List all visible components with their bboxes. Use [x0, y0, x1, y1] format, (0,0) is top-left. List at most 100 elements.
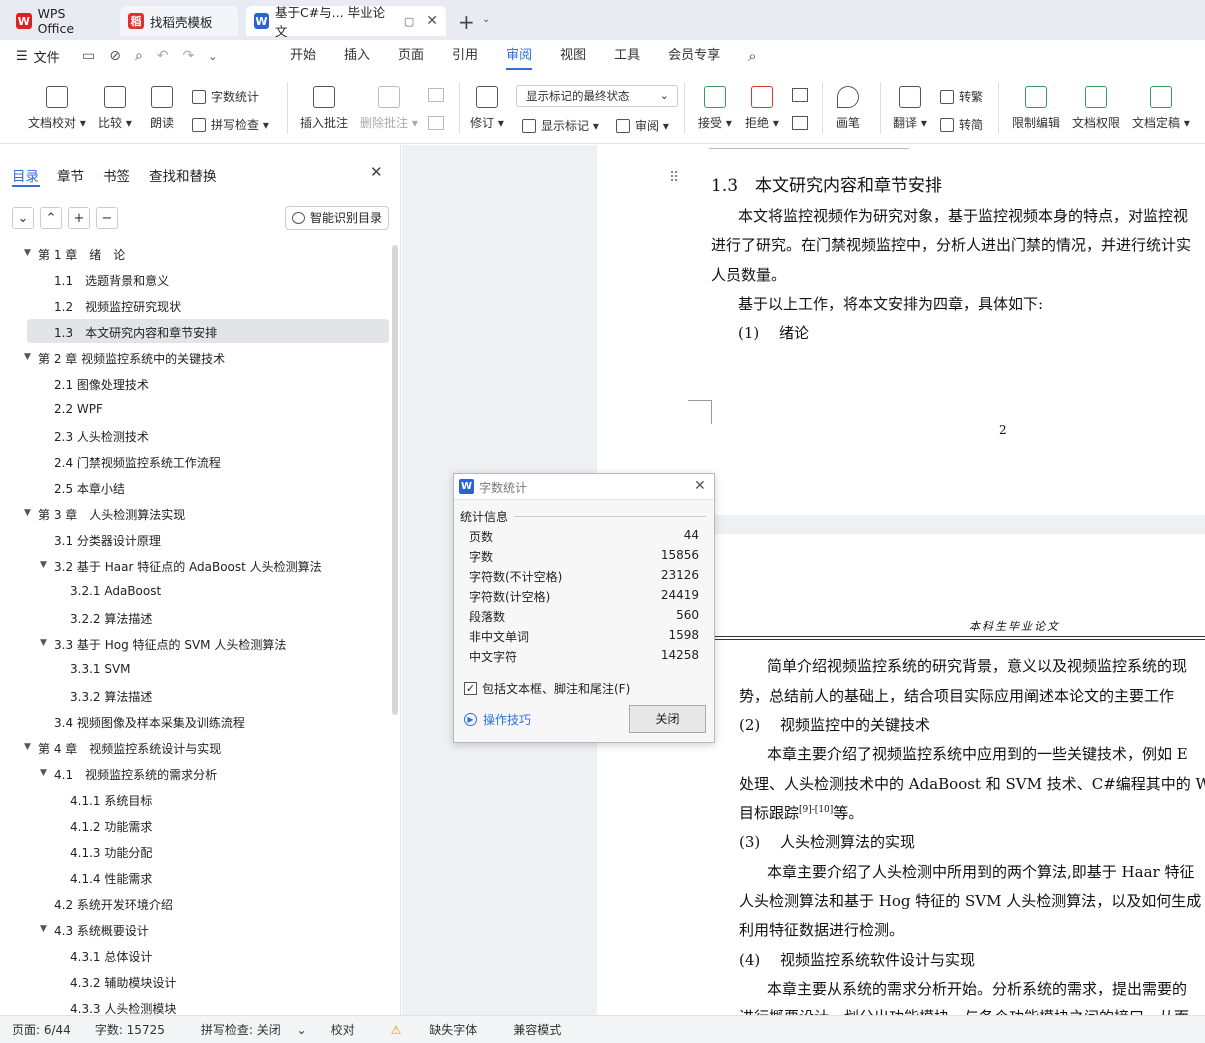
tab-wps-office[interactable]: W WPS Office [8, 6, 112, 36]
toc-item[interactable]: 3.3.2 算法描述 [70, 688, 152, 705]
include-footnotes-checkbox[interactable]: ✓ 包括文本框、脚注和尾注(F) [464, 680, 630, 697]
toc-item[interactable]: 2.4 门禁视频监控系统工作流程 [54, 454, 221, 471]
tab-document[interactable]: W 基于C#与... 毕业论文 ▢ ✕ [246, 5, 446, 39]
insert-comment-button[interactable]: 插入批注 [300, 86, 348, 131]
finalize-button[interactable]: 文档定稿 ▾ [1132, 86, 1190, 131]
menu-member[interactable]: 会员专享 [654, 40, 734, 72]
expand-arrow-icon[interactable]: ▼ [40, 638, 47, 648]
toc-item[interactable]: 3.4 视频图像及样本采集及训练流程 [54, 714, 245, 731]
toc-item[interactable]: 4.1 视频监控系统的需求分析 [54, 766, 217, 783]
next-change-icon[interactable] [792, 116, 808, 130]
tips-link[interactable]: ▶ 操作技巧 [464, 711, 531, 728]
toc-item[interactable]: 第 3 章 人头检测算法实现 [38, 506, 185, 523]
expand-arrow-icon[interactable]: ▼ [24, 352, 31, 362]
proofread-button[interactable]: 文档校对 ▾ [28, 86, 86, 131]
smart-toc-button[interactable]: 智能识别目录 [285, 206, 389, 230]
expand-arrow-icon[interactable]: ▼ [24, 742, 31, 752]
translate-button[interactable]: 翻译 ▾ [893, 86, 927, 131]
menu-review[interactable]: 审阅 [492, 40, 546, 72]
collapse-up-icon[interactable]: ⌃ [40, 207, 62, 229]
toc-item[interactable]: 4.1.2 功能需求 [70, 818, 152, 835]
close-pane-icon[interactable]: ✕ [370, 163, 383, 181]
nav-scrollbar[interactable] [392, 245, 398, 715]
toc-item[interactable]: 第 1 章 绪 论 [38, 246, 125, 263]
toc-item[interactable]: 1.3 本文研究内容和章节安排 [54, 324, 217, 341]
spell-check-button[interactable]: 拼写检查 ▾ [192, 116, 269, 133]
more-chevron-icon[interactable]: ⌄ [208, 50, 217, 63]
spell-check-status[interactable]: 拼写检查: 关闭 ⌄ [177, 1021, 319, 1038]
toc-item[interactable]: 3.2.1 AdaBoost [70, 584, 161, 598]
toc-item[interactable]: 3.3 基于 Hog 特征点的 SVM 人头检测算法 [54, 636, 286, 653]
toc-item[interactable]: 4.3 系统概要设计 [54, 922, 149, 939]
toc-item[interactable]: 2.2 WPF [54, 402, 103, 416]
save-icon[interactable]: ▭ [82, 48, 95, 64]
close-tab-icon[interactable]: ✕ [426, 13, 438, 29]
link-icon[interactable]: ⊘ [109, 48, 121, 64]
toc-item[interactable]: 1.2 视频监控研究现状 [54, 298, 181, 315]
restrict-edit-button[interactable]: 限制编辑 [1012, 86, 1060, 131]
toc-item[interactable]: 4.2 系统开发环境介绍 [54, 896, 173, 913]
toc-item[interactable]: 2.5 本章小结 [54, 480, 125, 497]
toc-item[interactable]: 3.3.1 SVM [70, 662, 131, 676]
expand-arrow-icon[interactable]: ▼ [40, 924, 47, 934]
nav-tab-bookmarks[interactable]: 书签 [103, 165, 130, 185]
toc-item[interactable]: 4.3.2 辅助模块设计 [70, 974, 176, 991]
tab-list-chevron-icon[interactable]: ⌄ [482, 14, 490, 25]
nav-tab-find-replace[interactable]: 查找和替换 [149, 165, 217, 185]
page-indicator[interactable]: 页面: 6/44 [0, 1021, 83, 1038]
menu-tools[interactable]: 工具 [600, 40, 654, 72]
track-changes-button[interactable]: 修订 ▾ [470, 86, 504, 131]
file-menu[interactable]: ☰ 文件 [0, 47, 68, 66]
markup-state-select[interactable]: 显示标记的最终状态 ⌄ [516, 85, 678, 107]
menu-home[interactable]: 开始 [276, 40, 330, 72]
remove-heading-icon[interactable]: − [96, 207, 118, 229]
word-count-button[interactable]: 字数统计 [192, 88, 259, 105]
toc-item[interactable]: 2.3 人头检测技术 [54, 428, 149, 445]
read-aloud-button[interactable]: 朗读 [150, 86, 174, 131]
expand-down-icon[interactable]: ⌄ [12, 207, 34, 229]
toc-item[interactable]: 第 2 章 视频监控系统中的关键技术 [38, 350, 225, 367]
drag-handle-icon[interactable]: ⠿ [669, 170, 679, 186]
to-traditional-button[interactable]: 转繁 [940, 88, 983, 105]
toc-item[interactable]: 第 4 章 视频监控系统设计与实现 [38, 740, 221, 757]
next-comment-icon[interactable] [428, 116, 444, 130]
toc-item[interactable]: 4.1.3 功能分配 [70, 844, 152, 861]
word-count-status[interactable]: 字数: 15725 [83, 1021, 177, 1038]
nav-tab-toc[interactable]: 目录 [12, 165, 39, 185]
expand-arrow-icon[interactable]: ▼ [40, 560, 47, 570]
menu-page[interactable]: 页面 [384, 40, 438, 72]
missing-font-status[interactable]: ⚠ 缺失字体 [367, 1021, 502, 1038]
menu-view[interactable]: 视图 [546, 40, 600, 72]
expand-arrow-icon[interactable]: ▼ [24, 508, 31, 518]
toc-item[interactable]: 2.1 图像处理技术 [54, 376, 149, 393]
pen-button[interactable]: 画笔 [836, 86, 860, 131]
toc-item[interactable]: 4.3.1 总体设计 [70, 948, 152, 965]
undo-icon[interactable]: ↶ [157, 48, 169, 64]
toc-item[interactable]: 3.2.2 算法描述 [70, 610, 152, 627]
new-tab-icon[interactable]: + [458, 10, 475, 34]
compare-button[interactable]: 比较 ▾ [98, 86, 132, 131]
to-simplified-button[interactable]: 转简 [940, 116, 983, 133]
accept-button[interactable]: 接受 ▾ [698, 86, 732, 131]
print-preview-icon[interactable]: ⌕ [135, 48, 143, 64]
nav-tab-chapters[interactable]: 章节 [57, 165, 84, 185]
tab-template[interactable]: 稻 找稻壳模板 [120, 6, 238, 36]
dialog-titlebar[interactable]: W 字数统计 ✕ [454, 474, 714, 500]
toc-item[interactable]: 4.1.1 系统目标 [70, 792, 152, 809]
review-pane-button[interactable]: 审阅 ▾ [616, 117, 669, 134]
toc-item[interactable]: 3.2 基于 Haar 特征点的 AdaBoost 人头检测算法 [54, 558, 322, 575]
menu-insert[interactable]: 插入 [330, 40, 384, 72]
doc-permission-button[interactable]: 文档权限 [1072, 86, 1120, 131]
show-markup-button[interactable]: 显示标记 ▾ [522, 117, 599, 134]
redo-icon[interactable]: ↷ [183, 48, 195, 64]
proof-status[interactable]: 校对 [319, 1021, 367, 1038]
toc-item[interactable]: 3.1 分类器设计原理 [54, 532, 161, 549]
menu-references[interactable]: 引用 [438, 40, 492, 72]
toc-item[interactable]: 4.1.4 性能需求 [70, 870, 152, 887]
add-heading-icon[interactable]: + [68, 207, 90, 229]
expand-arrow-icon[interactable]: ▼ [40, 768, 47, 778]
delete-comment-button[interactable]: 删除批注 ▾ [360, 86, 418, 131]
search-icon[interactable]: ⌕ [748, 47, 756, 65]
dialog-close-icon[interactable]: ✕ [694, 478, 706, 494]
prev-change-icon[interactable] [792, 88, 808, 102]
